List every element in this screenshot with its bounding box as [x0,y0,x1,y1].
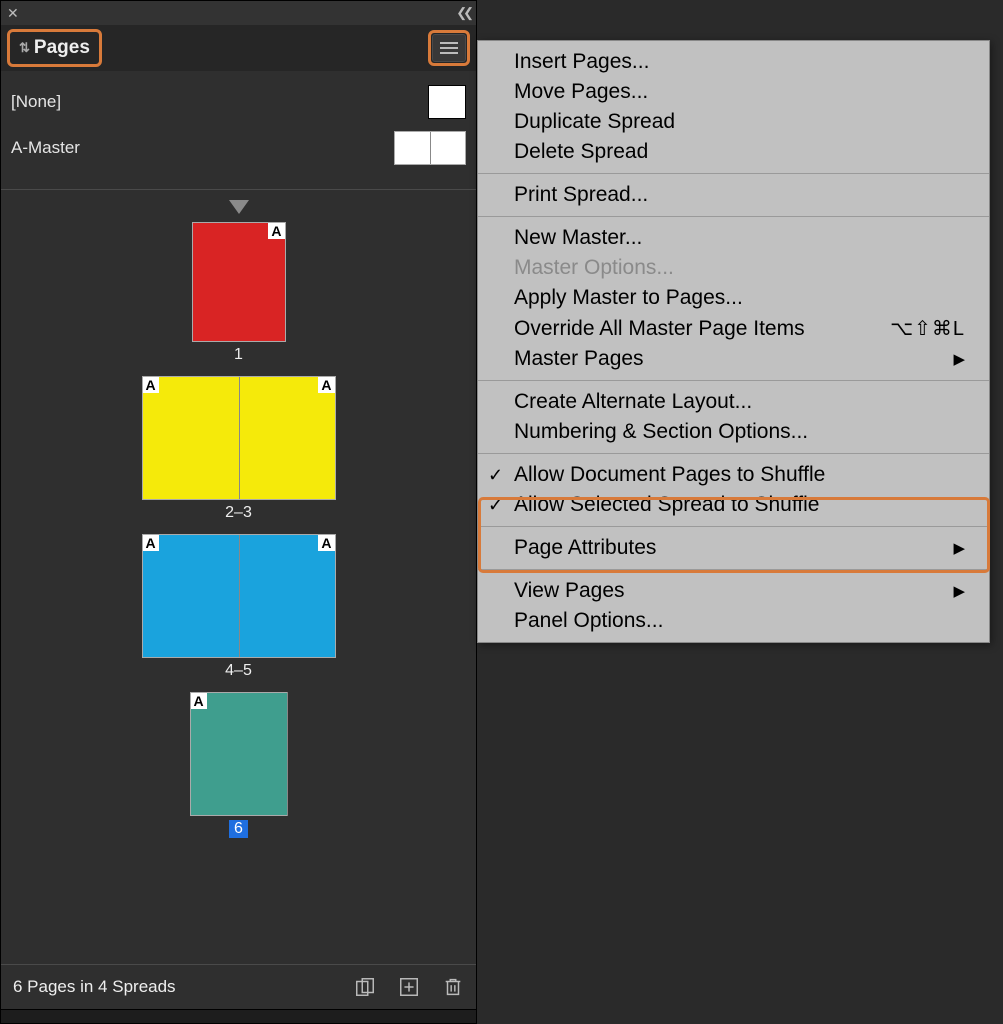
panel-context-menu: Insert Pages... Move Pages... Duplicate … [477,40,990,643]
menu-override-master-items[interactable]: Override All Master Page Items⌥⇧⌘L [478,313,989,344]
spread-2[interactable]: A A 2–3 [142,376,336,522]
close-icon[interactable]: ✕ [7,5,19,22]
page-thumb[interactable]: A [143,535,239,657]
menu-duplicate-spread[interactable]: Duplicate Spread [478,107,989,137]
document-pages-area: A 1 A A 2–3 A A [1,190,476,930]
menu-move-pages[interactable]: Move Pages... [478,77,989,107]
menu-new-master[interactable]: New Master... [478,223,989,253]
panel-tabbar: ⇅ Pages [1,25,476,71]
page-thumb[interactable]: A [143,377,239,499]
menu-create-alternate-layout[interactable]: Create Alternate Layout... [478,387,989,417]
master-a-thumb [394,131,466,165]
spread-3[interactable]: A A 4–5 [142,534,336,680]
page-thumb[interactable]: A [191,693,287,815]
edit-page-size-icon[interactable] [354,976,376,998]
trash-icon[interactable] [442,976,464,998]
page-thumb[interactable]: A [239,535,335,657]
hamburger-icon [440,47,458,49]
menu-print-spread[interactable]: Print Spread... [478,180,989,210]
submenu-arrow-icon: ▶ [953,539,965,557]
spread-label: 4–5 [225,662,252,680]
master-row-a[interactable]: A-Master [11,125,466,171]
master-badge: A [318,535,334,551]
panel-menu-button[interactable] [432,34,466,62]
spread-1[interactable]: A 1 [192,222,286,364]
menu-page-attributes[interactable]: Page Attributes▶ [478,533,989,563]
menu-delete-spread[interactable]: Delete Spread [478,137,989,167]
panel-footer: 6 Pages in 4 Spreads [1,964,476,1023]
menu-allow-selected-shuffle[interactable]: ✓Allow Selected Spread to Shuffle [478,490,989,520]
master-badge: A [318,377,334,393]
panel-resize-handle[interactable] [1,1009,476,1023]
page-thumb[interactable]: A [193,223,285,341]
master-badge: A [268,223,284,239]
masters-section: [None] A-Master [1,71,476,190]
menu-allow-document-shuffle[interactable]: ✓Allow Document Pages to Shuffle [478,460,989,490]
master-badge: A [143,377,159,393]
spread-label: 1 [234,346,243,364]
menu-panel-options[interactable]: Panel Options... [478,606,989,636]
panel-menu-highlight [428,30,470,66]
page-thumb[interactable]: A [239,377,335,499]
master-a-label: A-Master [11,138,80,158]
panel-title-highlight: ⇅ Pages [7,29,102,67]
master-badge: A [191,693,207,709]
menu-master-pages[interactable]: Master Pages▶ [478,344,989,374]
updown-icon: ⇅ [19,40,30,56]
pages-panel: ✕ ❮❮ ⇅ Pages [None] A-Master [0,0,477,1024]
master-none-label: [None] [11,92,61,112]
spread-4[interactable]: A 6 [190,692,288,838]
submenu-arrow-icon: ▶ [953,350,965,368]
menu-numbering-section-options[interactable]: Numbering & Section Options... [478,417,989,447]
master-badge: A [143,535,159,551]
check-icon: ✓ [488,495,503,516]
footer-status: 6 Pages in 4 Spreads [13,977,176,997]
menu-view-pages[interactable]: View Pages▶ [478,576,989,606]
menu-master-options: Master Options... [478,253,989,283]
panel-title-label: Pages [34,37,90,59]
spread-marker-icon [229,200,249,214]
collapse-icon[interactable]: ❮❮ [456,5,470,21]
master-row-none[interactable]: [None] [11,79,466,125]
menu-insert-pages[interactable]: Insert Pages... [478,47,989,77]
spread-label: 6 [229,820,248,838]
master-none-thumb [428,85,466,119]
check-icon: ✓ [488,465,503,486]
new-page-icon[interactable] [398,976,420,998]
submenu-arrow-icon: ▶ [953,582,965,600]
menu-apply-master[interactable]: Apply Master to Pages... [478,283,989,313]
spread-label: 2–3 [225,504,252,522]
shortcut-label: ⌥⇧⌘L [890,316,965,341]
panel-titlebar: ✕ ❮❮ [1,1,476,25]
panel-tab-pages[interactable]: ⇅ Pages [11,33,98,63]
